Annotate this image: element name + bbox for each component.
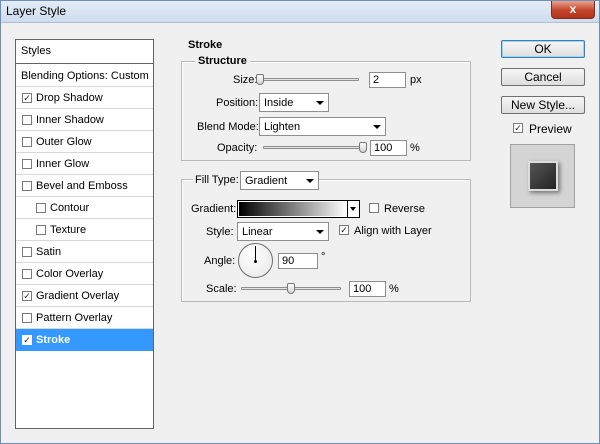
style-item-label: Pattern Overlay (36, 312, 113, 324)
angle-dial[interactable] (238, 243, 273, 278)
size-unit: px (410, 74, 422, 86)
chevron-down-icon (350, 207, 356, 211)
style-item-label: Texture (50, 224, 87, 236)
style-item-label: Color Overlay (36, 268, 104, 280)
style-item-label: Gradient Overlay (36, 290, 120, 302)
gradient-dropdown[interactable] (347, 201, 359, 217)
chevron-down-icon (316, 101, 324, 105)
position-select[interactable]: Inside (259, 93, 329, 112)
chevron-down-icon (306, 179, 314, 183)
new-style-button[interactable]: New Style... (501, 96, 585, 114)
ok-button[interactable]: OK (501, 40, 585, 58)
scale-slider-thumb[interactable] (287, 283, 295, 294)
chevron-down-icon (373, 125, 381, 129)
align-with-layer-checkbox[interactable]: ✓ (339, 225, 349, 235)
structure-title: Structure (195, 55, 250, 67)
style-item-checkbox[interactable]: ✓ (22, 93, 32, 103)
style-item-checkbox[interactable]: ✓ (22, 291, 32, 301)
style-item-checkbox[interactable] (22, 159, 32, 169)
structure-title-text: Structure (195, 55, 250, 67)
angle-unit: ° (321, 251, 326, 263)
close-button[interactable]: x (551, 1, 595, 19)
style-item-checkbox[interactable] (22, 181, 32, 191)
layer-style-dialog: Layer Style x Styles Blending Options: C… (0, 0, 600, 444)
reverse-label: Reverse (384, 203, 425, 215)
scale-unit: % (389, 283, 399, 295)
position-value: Inside (264, 97, 294, 109)
blend-mode-select[interactable]: Lighten (259, 117, 386, 136)
gradient-picker[interactable] (237, 200, 360, 218)
style-item-contour[interactable]: Contour (16, 197, 153, 219)
blending-options-label: Blending Options: Custom (21, 70, 149, 82)
angle-needle (255, 246, 256, 261)
cancel-button[interactable]: Cancel (501, 68, 585, 86)
opacity-label: Opacity: (217, 142, 258, 154)
gradient-label: Gradient: (191, 203, 237, 215)
style-item-outer-glow[interactable]: Outer Glow (16, 131, 153, 153)
style-item-label: Bevel and Emboss (36, 180, 128, 192)
fill-type-value: Gradient (245, 175, 288, 187)
style-item-label: Inner Shadow (36, 114, 104, 126)
title-bar: Layer Style x (1, 1, 599, 23)
blending-options-item[interactable]: Blending Options: Custom (16, 65, 153, 87)
angle-input[interactable]: 90 (278, 253, 318, 269)
stroke-section-title: Stroke (188, 39, 223, 51)
size-input[interactable]: 2 (369, 72, 406, 88)
opacity-slider-track[interactable] (263, 146, 363, 149)
style-item-gradient-overlay[interactable]: ✓ Gradient Overlay (16, 285, 153, 307)
style-value: Linear (242, 226, 273, 238)
window-title: Layer Style (6, 4, 67, 18)
style-item-label: Drop Shadow (36, 92, 103, 104)
style-item-checkbox[interactable] (36, 203, 46, 213)
preview-swatch (528, 161, 558, 191)
style-item-inner-glow[interactable]: Inner Glow (16, 153, 153, 175)
style-select[interactable]: Linear (237, 222, 329, 241)
style-item-label: Outer Glow (36, 136, 92, 148)
style-item-texture[interactable]: Texture (16, 219, 153, 241)
style-item-checkbox[interactable] (22, 313, 32, 323)
style-item-checkbox[interactable]: ✓ (22, 335, 32, 345)
angle-label: Angle: (204, 255, 236, 267)
size-slider-track[interactable] (259, 78, 359, 81)
size-label: Size: (233, 74, 258, 86)
style-item-checkbox[interactable] (22, 269, 32, 279)
style-item-label: Satin (36, 246, 62, 258)
style-item-drop-shadow[interactable]: ✓ Drop Shadow (16, 87, 153, 109)
style-item-label: Inner Glow (36, 158, 90, 170)
styles-list: Styles Blending Options: Custom ✓ Drop Sh… (15, 39, 154, 429)
opacity-unit: % (410, 142, 420, 154)
style-preview (510, 144, 575, 208)
style-item-checkbox[interactable] (22, 115, 32, 125)
style-item-checkbox[interactable] (22, 137, 32, 147)
style-item-label: Stroke (36, 334, 71, 346)
opacity-input[interactable]: 100 (370, 140, 407, 156)
style-item-stroke[interactable]: ✓ Stroke (16, 329, 153, 351)
blend-mode-label: Blend Mode: (197, 121, 259, 133)
position-label: Position: (216, 97, 259, 109)
preview-checkbox[interactable]: ✓ (513, 123, 523, 133)
chevron-down-icon (316, 230, 324, 234)
gradient-preview[interactable] (239, 202, 347, 216)
style-item-pattern-overlay[interactable]: Pattern Overlay (16, 307, 153, 329)
style-item-label: Contour (50, 202, 90, 214)
preview-label: Preview (529, 122, 572, 136)
style-item-inner-shadow[interactable]: Inner Shadow (16, 109, 153, 131)
reverse-checkbox[interactable] (369, 203, 379, 213)
opacity-slider-thumb[interactable] (359, 142, 367, 153)
scale-input[interactable]: 100 (349, 281, 386, 297)
fill-type-select[interactable]: Gradient (240, 171, 319, 190)
align-with-layer-label: Align with Layer (354, 225, 432, 237)
blend-mode-value: Lighten (264, 121, 301, 133)
fill-type-label: Fill Type: (193, 174, 241, 186)
style-item-checkbox[interactable] (22, 247, 32, 257)
scale-label: Scale: (206, 283, 237, 295)
size-slider-thumb[interactable] (256, 74, 264, 85)
style-item-checkbox[interactable] (36, 225, 46, 235)
style-item-satin[interactable]: Satin (16, 241, 153, 263)
styles-header[interactable]: Styles (16, 40, 153, 64)
style-item-bevel-and-emboss[interactable]: Bevel and Emboss (16, 175, 153, 197)
style-label: Style: (206, 226, 234, 238)
style-item-color-overlay[interactable]: Color Overlay (16, 263, 153, 285)
angle-center-dot (254, 260, 257, 263)
